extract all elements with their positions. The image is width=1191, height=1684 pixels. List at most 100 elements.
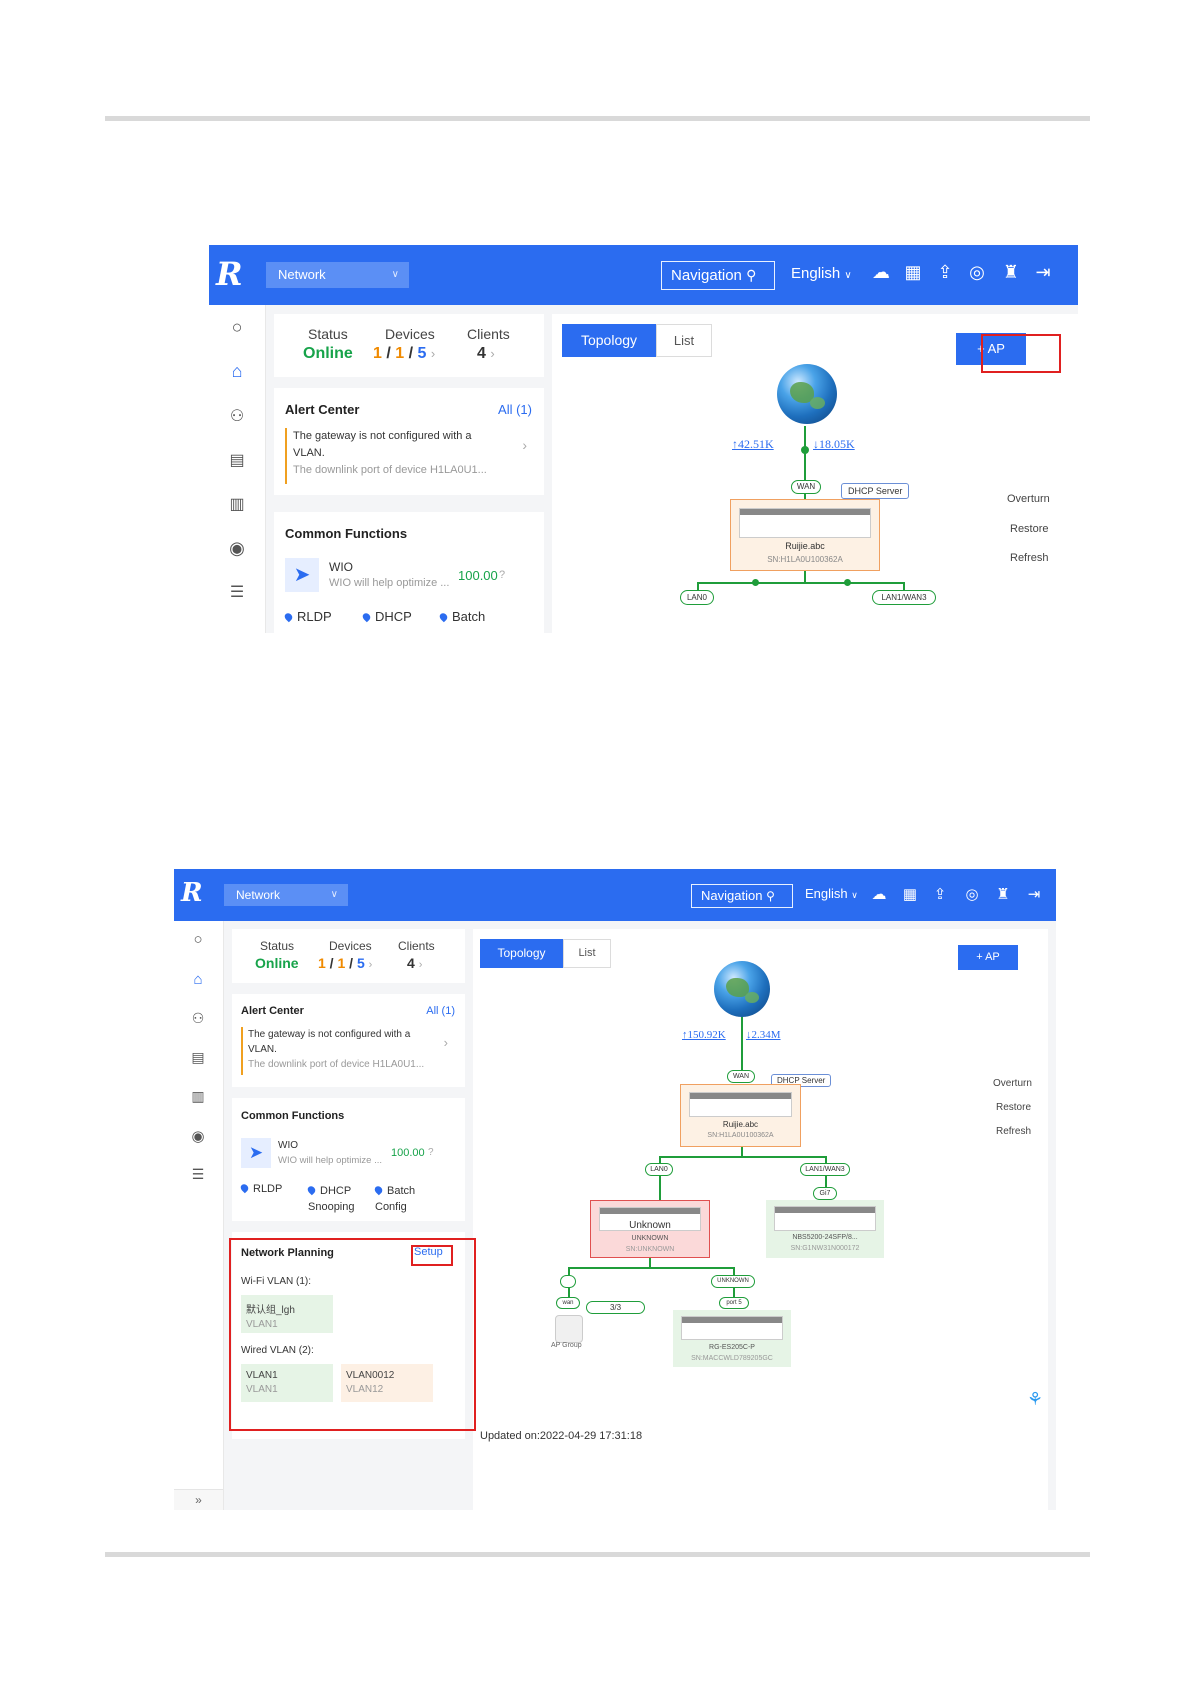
devices-icon[interactable]: ▤ (225, 450, 249, 470)
restore-action[interactable]: Restore (1010, 523, 1049, 535)
function-label: Batch (452, 609, 486, 624)
devices-icon[interactable]: ▤ (187, 1049, 209, 1066)
alert-all-link[interactable]: All (1) (426, 1005, 455, 1017)
tab-list[interactable]: List (656, 324, 712, 357)
rocket-icon[interactable]: ⇪ (934, 262, 956, 283)
function-rldp[interactable]: RLDP (283, 609, 332, 624)
device-image (739, 508, 871, 538)
home-icon[interactable]: ⌂ (187, 971, 209, 988)
function-batch-config[interactable]: Batch Config (373, 1183, 415, 1215)
devices-value[interactable]: 1 / 1 / 5 › (318, 955, 372, 971)
overturn-action[interactable]: Overturn (993, 1078, 1032, 1089)
tab-list[interactable]: List (563, 939, 611, 968)
rocket-icon[interactable]: ⇪ (930, 885, 950, 903)
alert-center-card: Alert Center All (1) The gateway is not … (274, 388, 544, 495)
gateway-icon[interactable]: ▥ (187, 1088, 209, 1105)
gateway-name: Ruijie.abc (785, 541, 825, 551)
alert-all-link[interactable]: All (1) (498, 402, 532, 417)
sidebar-collapse-button[interactable]: » (174, 1489, 223, 1510)
devices-offline: 1 (318, 955, 326, 971)
chevron-down-icon: ∨ (330, 889, 338, 900)
wan-port-label: WAN (791, 480, 821, 494)
search-icon[interactable]: ○ (225, 317, 249, 338)
wio-title[interactable]: WIO (329, 560, 353, 574)
port-lan1-wan3: LAN1/WAN3 (800, 1163, 850, 1176)
cloud-icon[interactable]: ☁ (869, 885, 889, 903)
restore-action[interactable]: Restore (996, 1102, 1031, 1113)
navigation-search-button[interactable]: Navigation ⚲ (691, 884, 793, 908)
search-icon: ⚲ (746, 267, 757, 283)
common-functions-title: Common Functions (241, 1110, 345, 1122)
settings-icon[interactable]: ☰ (187, 1166, 209, 1183)
chevron-right-icon: › (490, 346, 495, 361)
gateway-sn: SN:H1LA0U100362A (767, 555, 843, 564)
alert-item[interactable]: The gateway is not configured with a VLA… (285, 428, 535, 484)
add-ap-button[interactable]: + AP (958, 945, 1018, 970)
clients-count: 4 (407, 955, 415, 971)
user-icon[interactable]: ◉ (187, 1127, 209, 1145)
unknown-device[interactable]: Unknown UNKNOWN SN:UNKNOWN (590, 1200, 710, 1258)
gateway-device[interactable]: Ruijie.abc SN:H1LA0U100362A (680, 1084, 801, 1147)
user-icon[interactable]: ◉ (225, 538, 249, 559)
language-select[interactable]: English ∨ (791, 265, 852, 282)
tab-topology[interactable]: Topology (562, 324, 656, 357)
settings-icon[interactable]: ☰ (225, 582, 249, 602)
alarm-icon[interactable]: ♜ (1000, 262, 1022, 283)
qr-code-icon[interactable]: ▦ (900, 885, 920, 903)
devices-value[interactable]: 1 / 1 / 5 › (373, 345, 435, 363)
status-label: Status (308, 326, 348, 342)
function-label-line2: Snooping (308, 1201, 355, 1213)
gateway-device[interactable]: Ruijie.abc SN:H1LA0U100362A (730, 499, 880, 571)
alert-item[interactable]: The gateway is not configured with a VLA… (241, 1027, 456, 1075)
floating-help-icon[interactable]: ⚘ (1027, 1389, 1043, 1410)
dhcp-server-badge: DHCP Server (841, 483, 910, 499)
network-select[interactable]: Network ∨ (266, 262, 409, 288)
network-select[interactable]: Network ∨ (224, 884, 348, 906)
diagnostics-icon[interactable]: ◎ (966, 262, 988, 283)
function-dhcp-snooping[interactable]: DHCP Snooping (306, 1183, 355, 1215)
function-dhcp[interactable]: DHCP (361, 609, 412, 624)
devices-label: Devices (329, 939, 372, 953)
function-batch[interactable]: Batch (438, 609, 486, 624)
search-icon[interactable]: ○ (187, 931, 209, 948)
refresh-action[interactable]: Refresh (1010, 552, 1049, 564)
wio-score: 100.00 (391, 1147, 425, 1159)
navigation-search-button[interactable]: Navigation ⚲ (661, 261, 775, 290)
header-rule (105, 116, 1090, 121)
diagnostics-icon[interactable]: ◎ (962, 885, 982, 903)
qr-code-icon[interactable]: ▦ (902, 262, 924, 283)
clients-value[interactable]: 4 › (407, 955, 422, 971)
pin-icon (283, 611, 294, 623)
gateway-icon[interactable]: ▥ (225, 494, 249, 514)
tab-topology[interactable]: Topology (480, 939, 563, 968)
switch-device[interactable]: NBS5200-24SFP/8... SN:G1NW31N000172 (766, 1200, 884, 1258)
wio-title[interactable]: WIO (278, 1140, 298, 1151)
screenshot-1: R Network ∨ Navigation ⚲ English ∨ ☁ ▦ ⇪… (209, 245, 1078, 633)
cloud-icon[interactable]: ☁ (870, 262, 892, 283)
topology-icon[interactable]: ⚇ (225, 406, 249, 426)
help-icon[interactable]: ? (428, 1147, 434, 1158)
unknown-sn: SN:UNKNOWN (625, 1246, 675, 1253)
internet-globe-icon (714, 961, 770, 1017)
summary-card: Status Online Devices 1 / 1 / 5 › Client… (232, 929, 465, 983)
alarm-icon[interactable]: ♜ (993, 885, 1013, 903)
rg-device-sn: SN:MACCWLD789205GC (691, 1355, 773, 1362)
access-point-icon (555, 1315, 583, 1343)
logout-icon[interactable]: ⇥ (1024, 885, 1044, 903)
function-rldp[interactable]: RLDP (239, 1182, 282, 1195)
logout-icon[interactable]: ⇥ (1032, 262, 1054, 283)
overturn-action[interactable]: Overturn (1007, 493, 1050, 505)
ap-count: 3/3 (586, 1301, 645, 1314)
refresh-action[interactable]: Refresh (996, 1126, 1031, 1137)
home-icon[interactable]: ⌂ (225, 361, 249, 382)
language-select[interactable]: English ∨ (805, 886, 858, 901)
device-image (689, 1092, 792, 1117)
bus-dot (752, 579, 759, 586)
rg-switch-device[interactable]: RG-ES205C-P SN:MACCWLD789205GC (673, 1310, 791, 1367)
updated-time: Updated on:2022-04-29 17:31:18 (480, 1430, 643, 1442)
clients-value[interactable]: 4 › (477, 345, 495, 363)
summary-card: Status Online Devices 1 / 1 / 5 › Client… (274, 314, 544, 377)
devices-total: 5 (417, 345, 427, 362)
topology-icon[interactable]: ⚇ (187, 1010, 209, 1027)
help-icon[interactable]: ? (499, 569, 505, 581)
